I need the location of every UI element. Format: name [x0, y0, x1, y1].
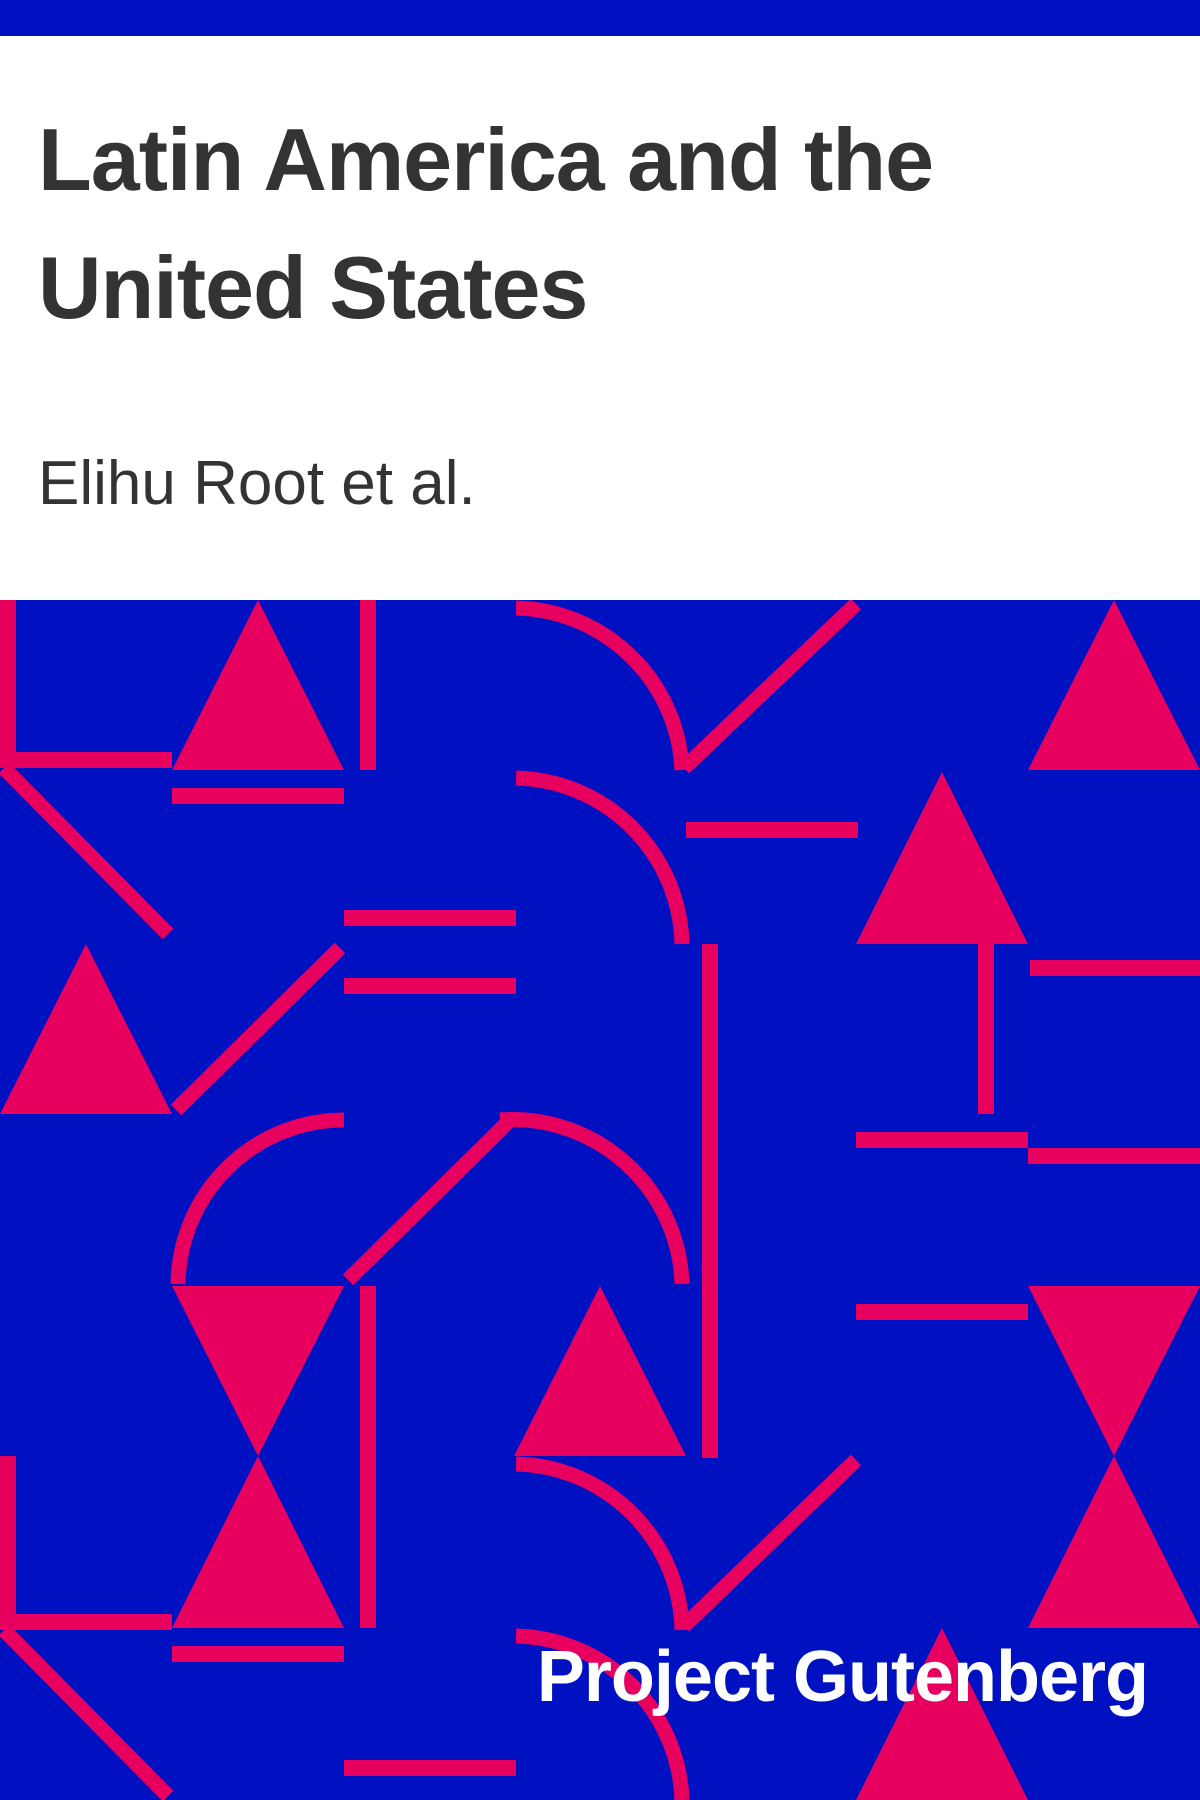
pattern-bar [856, 1304, 1028, 1320]
pattern-bar [172, 1646, 344, 1662]
title-panel: Latin America and the United States Elih… [0, 36, 1200, 600]
book-title: Latin America and the United States [38, 110, 934, 337]
book-author: Elihu Root et al. [38, 449, 476, 518]
pattern-bar [1030, 960, 1200, 976]
pattern-bar [344, 978, 516, 994]
pattern-bar [360, 1286, 376, 1628]
pattern-bar [686, 822, 858, 838]
pattern-bar [856, 1132, 1028, 1148]
pattern-bar [344, 910, 516, 926]
pattern-bar [344, 1760, 516, 1776]
pattern-bar [172, 788, 344, 804]
pattern-bar [0, 752, 172, 768]
pattern-bar [0, 1614, 172, 1630]
publisher-name: Project Gutenberg [536, 1637, 1149, 1717]
pattern-bar [978, 944, 994, 1114]
pattern-bar [702, 944, 718, 1458]
pattern-bar [360, 600, 376, 770]
pattern-bar [1028, 1148, 1200, 1164]
pattern-bar [0, 1456, 16, 1630]
pattern-bar [0, 600, 16, 760]
geometric-pattern [0, 600, 1200, 1800]
top-color-band [0, 0, 1200, 36]
book-cover: Latin America and the United States Elih… [0, 0, 1200, 1800]
